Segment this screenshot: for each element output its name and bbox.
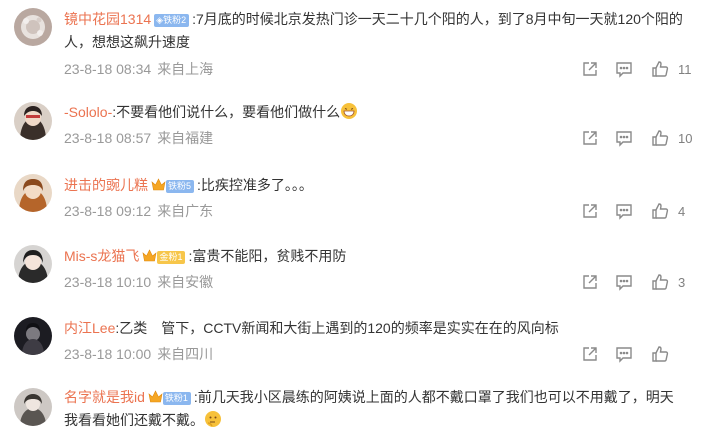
comment-text-block: 镜中花园1314 ◈铁粉2:7月底的时候北京发热门诊一天二十几个阳的人，到了8月中… xyxy=(64,8,686,54)
comment-location: 来自上海 xyxy=(157,61,214,77)
avatar[interactable] xyxy=(14,174,52,212)
comment-item: 进击的豌儿糕 铁粉5:比疾控准多了。。。 23-8-18 09:12 来自广东 4 xyxy=(0,172,701,222)
fan-badge[interactable]: 铁粉5 xyxy=(166,180,195,193)
thumbs-up-icon[interactable] xyxy=(651,202,671,222)
comment-actions: 4 xyxy=(501,202,701,222)
thumbs-up-icon[interactable] xyxy=(651,60,671,80)
gold-fan-badge[interactable]: 金粉1 xyxy=(157,251,186,264)
comment-icon[interactable] xyxy=(615,273,635,293)
comment-text: :富贵不能阳，贫贱不用防 xyxy=(188,248,347,264)
thinking-emoji-icon xyxy=(204,410,222,428)
comment-text: :不要看他们说什么，要看他们做什么 xyxy=(112,104,341,120)
share-icon[interactable] xyxy=(581,345,601,365)
like-count: 4 xyxy=(678,204,686,219)
thumbs-up-icon[interactable] xyxy=(651,345,671,365)
comment-time: 23-8-18 10:00 xyxy=(64,346,152,362)
comment-location: 来自四川 xyxy=(157,346,214,362)
comment-time: 23-8-18 08:57 xyxy=(64,130,152,146)
crown-icon xyxy=(148,388,163,403)
fan-badge[interactable]: ◈铁粉2 xyxy=(154,14,190,27)
share-icon[interactable] xyxy=(581,129,601,149)
comment-location: 来自安徽 xyxy=(157,274,214,290)
like-count: 11 xyxy=(678,62,692,77)
thumbs-up-icon[interactable] xyxy=(651,273,671,293)
comment-username[interactable]: 内江Lee xyxy=(64,320,115,336)
avatar[interactable] xyxy=(14,388,52,426)
comment-icon[interactable] xyxy=(615,202,635,222)
comment-text-block: 内江Lee:乙类 管下，CCTV新闻和大街上遇到的120的频率是实实在在的风向标 xyxy=(64,317,686,340)
comment-text-block: 进击的豌儿糕 铁粉5:比疾控准多了。。。 xyxy=(64,174,686,197)
comment-username[interactable]: Mis-s龙猫飞 xyxy=(64,248,139,264)
fan-badge[interactable]: 铁粉1 xyxy=(162,392,191,405)
comment-location: 来自福建 xyxy=(157,130,214,146)
comment-item: -Sololo-:不要看他们说什么，要看他们做什么 23-8-18 08:57 来… xyxy=(0,100,701,150)
share-icon[interactable] xyxy=(581,273,601,293)
comment-meta: 23-8-18 08:57 来自福建 xyxy=(64,129,213,147)
comment-time: 23-8-18 08:34 xyxy=(64,61,152,77)
comment-username[interactable]: -Sololo- xyxy=(64,104,112,120)
comment-time: 23-8-18 09:12 xyxy=(64,203,152,219)
comment-text-block: Mis-s龙猫飞 金粉1:富贵不能阳，贫贱不用防 xyxy=(64,245,686,268)
comment-item: 名字就是我id 铁粉1:前几天我小区晨练的阿姨说上面的人都不戴口罩了我们也可以不… xyxy=(0,386,701,432)
avatar[interactable] xyxy=(14,245,52,283)
comment-username[interactable]: 镜中花园1314 xyxy=(64,11,151,27)
comment-time: 23-8-18 10:10 xyxy=(64,274,152,290)
comment-icon[interactable] xyxy=(615,345,635,365)
comment-meta: 23-8-18 10:10 来自安徽 xyxy=(64,273,213,291)
comment-item: Mis-s龙猫飞 金粉1:富贵不能阳，贫贱不用防 23-8-18 10:10 来自… xyxy=(0,243,701,293)
comment-item: 镜中花园1314 ◈铁粉2:7月底的时候北京发热门诊一天二十几个阳的人，到了8月中… xyxy=(0,6,701,81)
thumbs-up-icon[interactable] xyxy=(651,129,671,149)
comment-actions xyxy=(501,345,701,365)
grin-emoji-icon xyxy=(340,102,358,120)
comment-text: :比疾控准多了。。。 xyxy=(197,177,313,193)
comment-actions: 3 xyxy=(501,273,701,293)
comment-username[interactable]: 进击的豌儿糕 xyxy=(64,177,148,193)
comment-icon[interactable] xyxy=(615,129,635,149)
share-icon[interactable] xyxy=(581,60,601,80)
comment-actions: 11 xyxy=(501,60,701,80)
comment-meta: 23-8-18 10:00 来自四川 xyxy=(64,345,213,363)
avatar[interactable] xyxy=(14,8,52,46)
comment-item: 内江Lee:乙类 管下，CCTV新闻和大街上遇到的120的频率是实实在在的风向标… xyxy=(0,315,701,365)
crown-icon xyxy=(142,247,157,262)
comment-text: :乙类 管下，CCTV新闻和大街上遇到的120的频率是实实在在的风向标 xyxy=(115,320,559,336)
comment-location: 来自广东 xyxy=(157,203,214,219)
share-icon[interactable] xyxy=(581,202,601,222)
comment-text-block: 名字就是我id 铁粉1:前几天我小区晨练的阿姨说上面的人都不戴口罩了我们也可以不… xyxy=(64,386,686,432)
comment-meta: 23-8-18 09:12 来自广东 xyxy=(64,202,213,220)
comment-actions: 10 xyxy=(501,129,701,149)
comment-meta: 23-8-18 08:34 来自上海 xyxy=(64,60,213,78)
comment-icon[interactable] xyxy=(615,60,635,80)
comment-text-block: -Sololo-:不要看他们说什么，要看他们做什么 xyxy=(64,101,686,124)
avatar[interactable] xyxy=(14,102,52,140)
crown-icon xyxy=(151,176,166,191)
like-count: 10 xyxy=(678,131,693,146)
like-count: 3 xyxy=(678,275,686,290)
comment-username[interactable]: 名字就是我id xyxy=(64,389,145,405)
avatar[interactable] xyxy=(14,317,52,355)
